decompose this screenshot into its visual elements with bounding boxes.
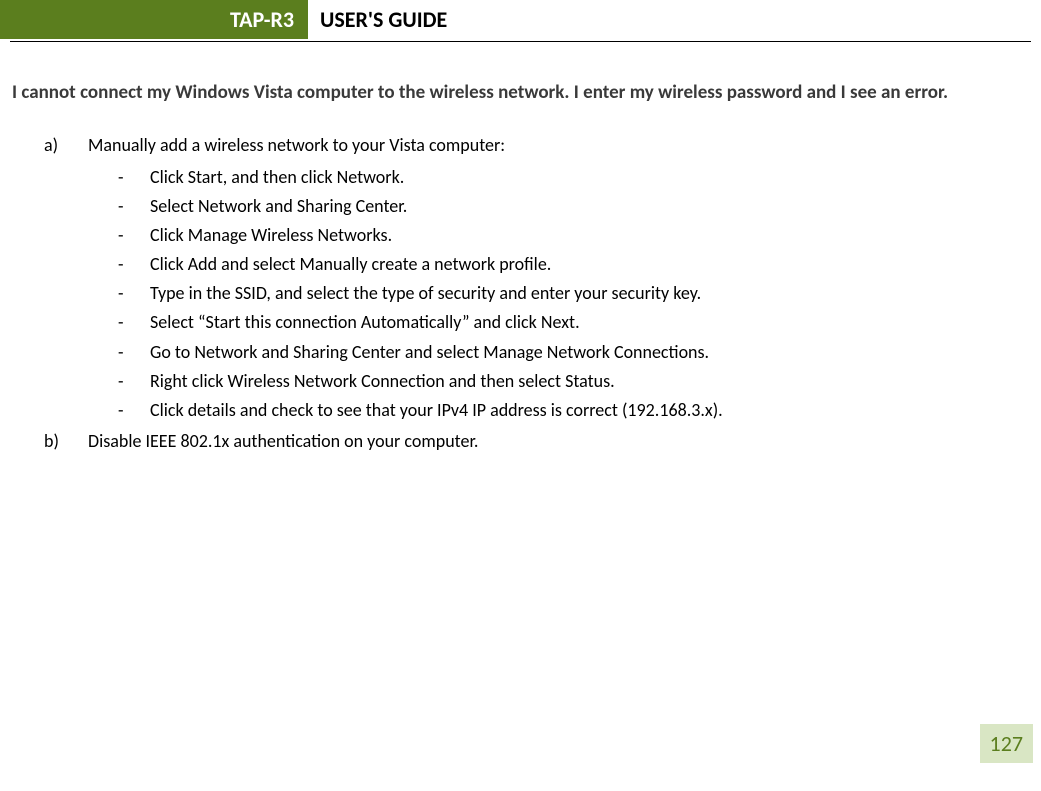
page-header: TAP-R3 USER'S GUIDE	[0, 0, 1041, 39]
list-item: b) Disable IEEE 802.1x authentication on…	[44, 427, 1017, 456]
product-name: TAP-R3	[230, 6, 294, 33]
list-marker: a)	[44, 131, 58, 160]
sublist-item: Click Add and select Manually create a n…	[118, 250, 1017, 279]
list-item-text: Disable IEEE 802.1x authentication on yo…	[88, 430, 478, 452]
answer-list: a) Manually add a wireless network to yo…	[12, 131, 1017, 456]
sublist-item: Click Start, and then click Network.	[118, 163, 1017, 192]
sublist-item: Right click Wireless Network Connection …	[118, 367, 1017, 396]
page-number: 127	[980, 724, 1033, 763]
page-number-value: 127	[990, 730, 1023, 757]
sublist-item: Click details and check to see that your…	[118, 396, 1017, 425]
sublist-item: Click Manage Wireless Networks.	[118, 221, 1017, 250]
faq-question: I cannot connect my Windows Vista comput…	[12, 78, 1017, 107]
sublist: Click Start, and then click Network. Sel…	[88, 163, 1017, 425]
sublist-item: Go to Network and Sharing Center and sel…	[118, 338, 1017, 367]
doc-title-text: USER'S GUIDE	[320, 6, 447, 33]
page-content: I cannot connect my Windows Vista comput…	[0, 42, 1041, 456]
sublist-item: Type in the SSID, and select the type of…	[118, 279, 1017, 308]
doc-title: USER'S GUIDE	[308, 0, 1041, 39]
product-badge: TAP-R3	[0, 0, 308, 39]
sublist-item: Select Network and Sharing Center.	[118, 192, 1017, 221]
list-marker: b)	[44, 427, 59, 456]
list-item: a) Manually add a wireless network to yo…	[44, 131, 1017, 425]
sublist-item: Select “Start this connection Automatica…	[118, 308, 1017, 337]
list-item-text: Manually add a wireless network to your …	[88, 134, 505, 156]
